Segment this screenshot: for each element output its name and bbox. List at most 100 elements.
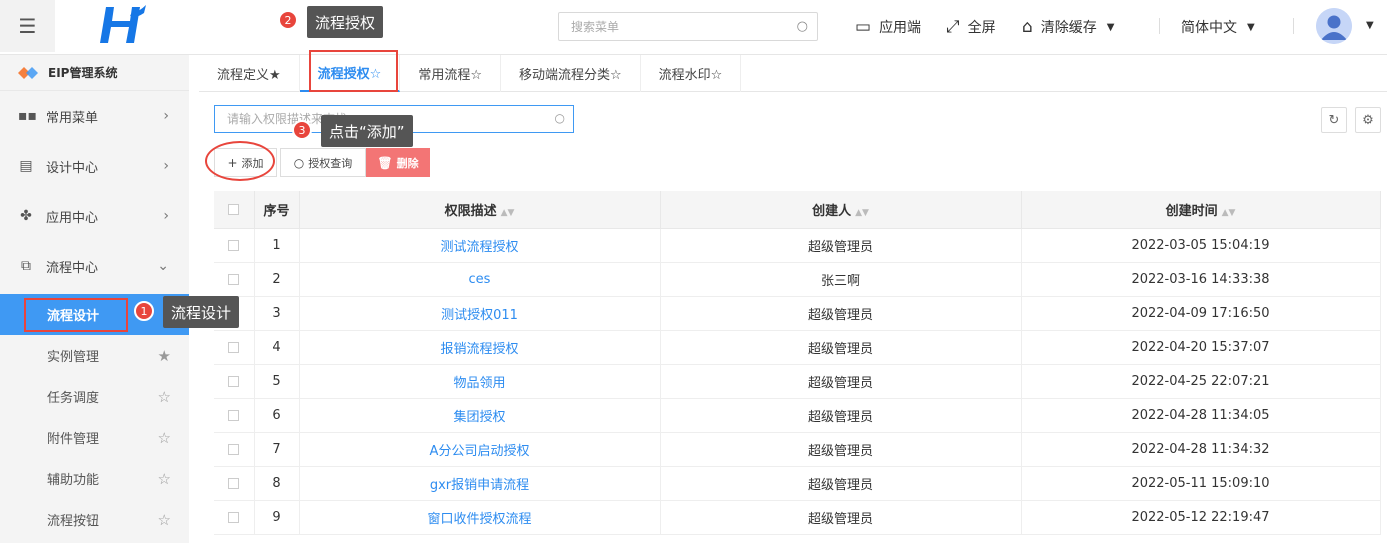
table-row[interactable]: 8 gxr报销申请流程 超级管理员 2022-05-11 15:09:10 xyxy=(214,466,1381,501)
table-row[interactable]: 9 窗口收件授权流程 超级管理员 2022-05-12 22:19:47 xyxy=(214,500,1381,535)
grid-icon: ▪▪ xyxy=(18,108,37,124)
row-creator: 张三啊 xyxy=(660,262,1022,297)
tab-common-process[interactable]: 常用流程☆ xyxy=(400,55,501,92)
column-header-desc[interactable]: 权限描述 ▲▼ xyxy=(299,191,661,229)
tab-process-definition[interactable]: 流程定义★ xyxy=(199,55,300,92)
sidebar-item-instance-management[interactable]: 实例管理 ★ xyxy=(0,335,189,376)
star-outline-icon[interactable]: ☆ xyxy=(158,511,171,529)
sidebar-item-task-scheduling[interactable]: 任务调度 ☆ xyxy=(0,376,189,417)
row-checkbox[interactable] xyxy=(228,375,240,387)
row-desc-link[interactable]: 测试授权011 xyxy=(299,296,661,331)
chevron-right-icon: › xyxy=(163,108,169,124)
row-time: 2022-05-11 15:09:10 xyxy=(1021,466,1381,501)
table-row[interactable]: 5 物品领用 超级管理员 2022-04-25 22:07:21 xyxy=(214,364,1381,399)
sidebar-item-process-buttons[interactable]: 流程按钮 ☆ xyxy=(0,499,189,540)
row-desc-link[interactable]: ces xyxy=(299,262,661,297)
row-desc-link[interactable]: 集团授权 xyxy=(299,398,661,433)
sidebar-item-design-center[interactable]: ▤ 设计中心 › xyxy=(0,141,189,191)
row-checkbox[interactable] xyxy=(228,477,240,489)
sidebar-item-auxiliary-functions[interactable]: 辅助功能 ☆ xyxy=(0,458,189,499)
fullscreen-button[interactable]: ⤢ 全屏 xyxy=(946,14,996,40)
menu-search-input[interactable] xyxy=(559,13,779,40)
select-all-checkbox[interactable] xyxy=(228,203,240,215)
row-desc-link[interactable]: gxr报销申请流程 xyxy=(299,466,661,501)
row-checkbox-cell xyxy=(214,500,255,535)
caret-down-icon[interactable]: ▼ xyxy=(1366,20,1374,31)
row-creator: 超级管理员 xyxy=(660,432,1022,467)
row-creator: 超级管理员 xyxy=(660,330,1022,365)
row-desc-link[interactable]: 报销流程授权 xyxy=(299,330,661,365)
sidebar-item-process-center[interactable]: ⧉ 流程中心 ⌄ xyxy=(0,241,189,291)
language-label: 简体中文 xyxy=(1181,20,1237,36)
annotation-badge-1: 1 xyxy=(134,301,154,321)
row-checkbox[interactable] xyxy=(228,341,240,353)
settings-button[interactable]: ⚙ xyxy=(1355,107,1381,133)
sidebar-item-app-center[interactable]: ✤ 应用中心 › xyxy=(0,191,189,241)
row-creator: 超级管理员 xyxy=(660,398,1022,433)
row-desc-link[interactable]: 测试流程授权 xyxy=(299,228,661,263)
row-checkbox[interactable] xyxy=(228,511,240,523)
column-header-creator[interactable]: 创建人 ▲▼ xyxy=(660,191,1022,229)
row-no: 1 xyxy=(254,228,300,263)
row-desc-link[interactable]: 窗口收件授权流程 xyxy=(299,500,661,535)
tab-process-watermark[interactable]: 流程水印☆ xyxy=(641,55,742,92)
star-outline-icon[interactable]: ☆ xyxy=(158,470,171,488)
clover-icon: ✤ xyxy=(20,208,32,224)
authorization-query-button[interactable]: ○ 授权查询 xyxy=(280,148,366,177)
row-checkbox-cell xyxy=(214,364,255,399)
delete-button[interactable]: 🗑 删除 xyxy=(366,148,430,177)
row-checkbox[interactable] xyxy=(228,273,240,285)
search-icon[interactable]: ○ xyxy=(797,19,808,34)
delete-button-label: 删除 xyxy=(396,156,419,170)
star-outline-icon[interactable]: ☆ xyxy=(158,429,171,447)
star-filled-icon[interactable]: ★ xyxy=(158,347,171,365)
table-row[interactable]: 2 ces 张三啊 2022-03-16 14:33:38 xyxy=(214,262,1381,297)
table-row[interactable]: 3 测试授权011 超级管理员 2022-04-09 17:16:50 xyxy=(214,296,1381,331)
row-checkbox-cell xyxy=(214,228,255,263)
row-desc-link[interactable]: A分公司启动授权 xyxy=(299,432,661,467)
row-checkbox[interactable] xyxy=(228,443,240,455)
row-time: 2022-04-28 11:34:05 xyxy=(1021,398,1381,433)
search-icon: ○ xyxy=(293,155,305,170)
sort-icon[interactable]: ▲▼ xyxy=(855,208,869,218)
top-header: ☰ ○ ▭ 应用端 ⤢ 全屏 ⌂ 清除缓存 ▼ 简体中文 ▼ ▼ xyxy=(0,0,1387,55)
clear-cache-button[interactable]: ⌂ 清除缓存 ▼ xyxy=(1022,14,1115,40)
annotation-highlight-tab xyxy=(309,50,398,92)
row-checkbox[interactable] xyxy=(228,409,240,421)
table-header-row: 序号 权限描述 ▲▼ 创建人 ▲▼ 创建时间 ▲▼ xyxy=(214,191,1381,229)
app-end-button[interactable]: ▭ 应用端 xyxy=(855,14,921,40)
refresh-button[interactable]: ↻ xyxy=(1321,107,1347,133)
row-creator: 超级管理员 xyxy=(660,296,1022,331)
menu-toggle-icon[interactable]: ☰ xyxy=(0,0,55,52)
menu-search: ○ xyxy=(558,12,818,41)
column-header-time[interactable]: 创建时间 ▲▼ xyxy=(1021,191,1381,229)
star-outline-icon[interactable]: ☆ xyxy=(158,388,171,406)
search-icon[interactable]: ○ xyxy=(555,111,565,125)
table-row[interactable]: 6 集团授权 超级管理员 2022-04-28 11:34:05 xyxy=(214,398,1381,433)
row-checkbox[interactable] xyxy=(228,239,240,251)
fullscreen-label: 全屏 xyxy=(967,20,996,36)
annotation-tip-3: 点击“添加” xyxy=(321,115,413,147)
table-row[interactable]: 7 A分公司启动授权 超级管理员 2022-04-28 11:34:32 xyxy=(214,432,1381,467)
row-creator: 超级管理员 xyxy=(660,228,1022,263)
sort-icon[interactable]: ▲▼ xyxy=(501,208,515,218)
row-no: 2 xyxy=(254,262,300,297)
sidebar-item-attachment-management[interactable]: 附件管理 ☆ xyxy=(0,417,189,458)
language-selector[interactable]: 简体中文 ▼ xyxy=(1181,14,1255,40)
row-time: 2022-04-09 17:16:50 xyxy=(1021,296,1381,331)
row-desc-link[interactable]: 物品领用 xyxy=(299,364,661,399)
row-creator: 超级管理员 xyxy=(660,466,1022,501)
clear-cache-label: 清除缓存 xyxy=(1040,20,1097,36)
authorization-table: 序号 权限描述 ▲▼ 创建人 ▲▼ 创建时间 ▲▼ 1 测试流程授权 超级管理员 2022-… xyxy=(214,191,1381,535)
table-row[interactable]: 4 报销流程授权 超级管理员 2022-04-20 15:37:07 xyxy=(214,330,1381,365)
annotation-highlight-add xyxy=(205,141,275,181)
annotation-badge-3: 3 xyxy=(292,120,312,140)
sidebar-item-common-menu[interactable]: ▪▪ 常用菜单 › xyxy=(0,91,189,141)
user-avatar[interactable] xyxy=(1316,8,1352,44)
sort-icon[interactable]: ▲▼ xyxy=(1222,208,1236,218)
row-no: 4 xyxy=(254,330,300,365)
table-row[interactable]: 1 测试流程授权 超级管理员 2022-03-05 15:04:19 xyxy=(214,228,1381,263)
tab-mobile-process-category[interactable]: 移动端流程分类☆ xyxy=(501,55,641,92)
app-end-label: 应用端 xyxy=(879,20,922,36)
annotation-badge-2: 2 xyxy=(278,10,298,30)
